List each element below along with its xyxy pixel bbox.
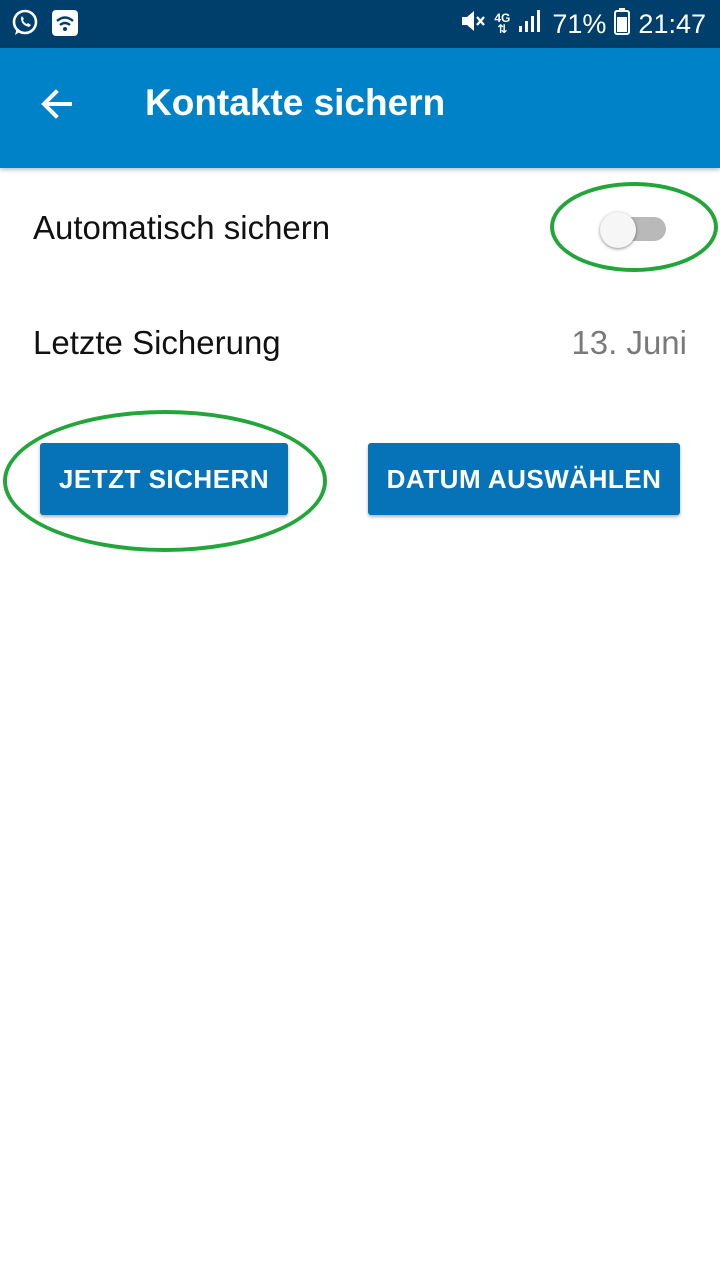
status-notifications: [10, 8, 80, 43]
battery-icon: [614, 7, 631, 42]
signal-icon: [518, 8, 544, 41]
whatsapp-icon: [10, 8, 40, 43]
last-backup-value: 13. Juni: [571, 324, 687, 361]
back-button[interactable]: [28, 76, 84, 132]
status-bar: 4G ⇅ 71% 21:47: [0, 0, 720, 48]
data-arrows-icon: 4G ⇅: [494, 11, 511, 36]
toggle-thumb: [600, 212, 636, 248]
select-date-button[interactable]: DATUM AUSWÄHLEN: [368, 443, 680, 515]
last-backup-label: Letzte Sicherung: [33, 324, 281, 361]
app-bar: Kontakte sichern: [0, 48, 720, 168]
status-system: 4G ⇅ 71% 21:47: [458, 0, 706, 48]
arrow-back-icon: [41, 89, 72, 119]
page-title: Kontakte sichern: [145, 82, 446, 123]
clock: 21:47: [638, 8, 706, 39]
battery-percent: 71%: [552, 8, 607, 39]
auto-backup-toggle[interactable]: [600, 212, 668, 248]
backup-now-button[interactable]: JETZT SICHERN: [40, 443, 288, 515]
wifi-notification-icon: [50, 8, 80, 43]
auto-backup-label: Automatisch sichern: [33, 209, 331, 246]
mute-icon: [458, 7, 486, 42]
